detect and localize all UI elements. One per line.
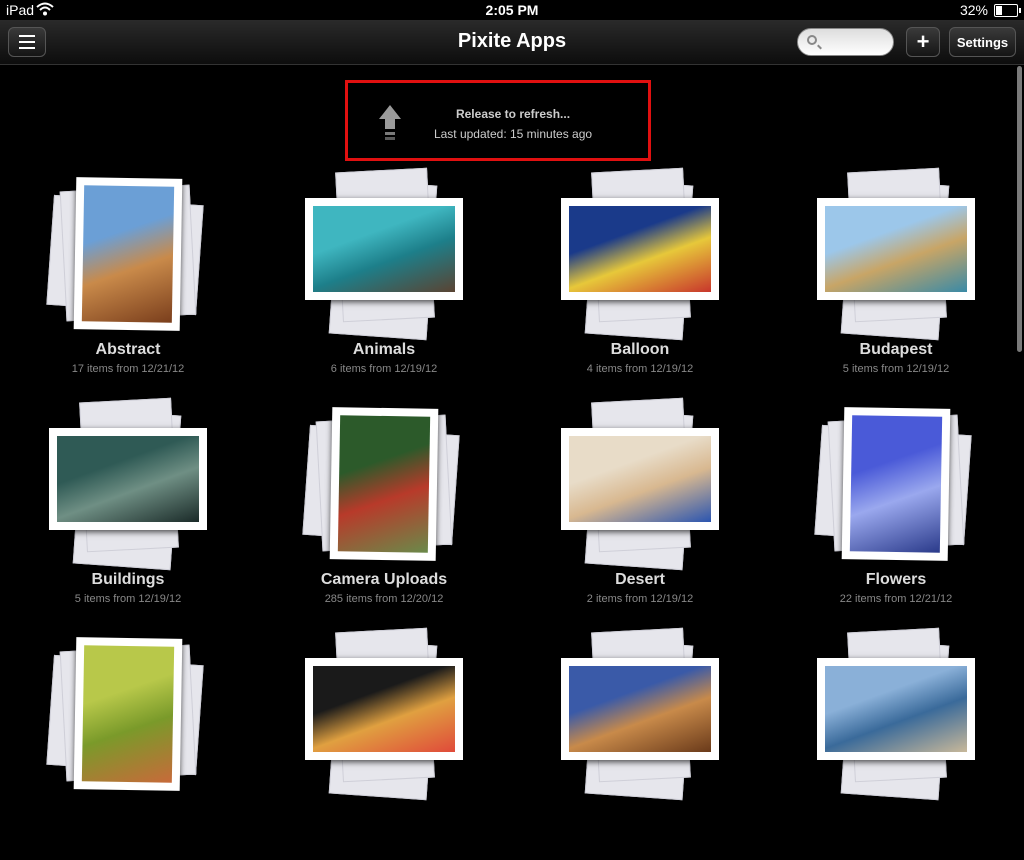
album-cover (73, 177, 183, 331)
cover-image (849, 415, 943, 553)
album-cover (817, 658, 975, 760)
album-cover (305, 198, 463, 300)
album-tile[interactable]: Animals 6 items from 12/19/12 (256, 167, 512, 400)
add-button[interactable]: + (906, 27, 940, 57)
album-cover (561, 428, 719, 530)
album-name: Abstract (95, 341, 161, 358)
album-tile[interactable]: Flowers 22 items from 12/21/12 (768, 400, 1024, 630)
refresh-last-updated: Last updated: 15 minutes ago (433, 127, 593, 141)
album-tile[interactable] (512, 627, 768, 860)
album-tile[interactable]: Desert 2 items from 12/19/12 (512, 397, 768, 630)
album-tile[interactable] (0, 630, 256, 860)
album-tile[interactable]: Balloon 4 items from 12/19/12 (512, 167, 768, 400)
album-name: Camera Uploads (320, 571, 448, 588)
album-meta: 6 items from 12/19/12 (330, 363, 438, 375)
album-meta: 285 items from 12/20/12 (324, 593, 444, 605)
album-stack (512, 167, 768, 341)
album-name: Buildings (91, 571, 165, 588)
album-stack (0, 397, 256, 571)
album-stack (768, 167, 1024, 341)
settings-button[interactable]: Settings (949, 27, 1016, 57)
battery-percent: 32% (959, 2, 988, 18)
cover-image (569, 206, 711, 292)
refresh-title: Release to refresh... (455, 107, 571, 121)
pull-to-refresh: Release to refresh... Last updated: 15 m… (345, 80, 651, 161)
album-meta: 2 items from 12/19/12 (586, 593, 694, 605)
album-stack (768, 400, 1024, 565)
album-meta: 4 items from 12/19/12 (586, 363, 694, 375)
cover-image (57, 436, 199, 522)
battery-icon (994, 4, 1021, 17)
album-tile[interactable]: Abstract 17 items from 12/21/12 (0, 170, 256, 400)
cover-image (825, 666, 967, 752)
cover-image (337, 415, 431, 553)
album-stack (0, 170, 256, 335)
cover-image (313, 206, 455, 292)
album-tile[interactable] (768, 627, 1024, 860)
navigation-bar: Pixite Apps + Settings (0, 20, 1024, 65)
album-meta: 5 items from 12/19/12 (74, 593, 182, 605)
album-cover (817, 198, 975, 300)
cover-image (825, 206, 967, 292)
search-icon (807, 35, 817, 45)
status-bar: iPad 2:05 PM 32% (0, 0, 1024, 20)
album-name: Flowers (865, 571, 927, 588)
album-stack (256, 627, 512, 801)
album-stack (512, 627, 768, 801)
album-tile[interactable] (256, 627, 512, 860)
cover-image (81, 645, 175, 783)
search-input[interactable] (797, 28, 894, 56)
album-cover (561, 198, 719, 300)
album-cover (305, 658, 463, 760)
album-meta: 22 items from 12/21/12 (839, 593, 953, 605)
album-tile[interactable]: Camera Uploads 285 items from 12/20/12 (256, 400, 512, 630)
album-tile[interactable]: Budapest 5 items from 12/19/12 (768, 167, 1024, 400)
album-stack (512, 397, 768, 571)
cover-image (569, 436, 711, 522)
album-name: Animals (352, 341, 416, 358)
album-tile[interactable]: Buildings 5 items from 12/19/12 (0, 397, 256, 630)
album-stack (256, 167, 512, 341)
album-meta: 5 items from 12/19/12 (842, 363, 950, 375)
album-cover (49, 428, 207, 530)
album-cover (561, 658, 719, 760)
album-stack (0, 630, 256, 795)
clock: 2:05 PM (485, 2, 539, 18)
album-cover (329, 407, 439, 561)
album-name: Budapest (859, 341, 933, 358)
album-stack (256, 400, 512, 565)
album-meta: 17 items from 12/21/12 (71, 363, 185, 375)
album-name: Balloon (610, 341, 670, 358)
cover-image (81, 185, 175, 323)
album-name: Desert (615, 571, 665, 588)
album-cover (841, 407, 951, 561)
album-stack (768, 627, 1024, 801)
cover-image (313, 666, 455, 752)
cover-image (569, 666, 711, 752)
